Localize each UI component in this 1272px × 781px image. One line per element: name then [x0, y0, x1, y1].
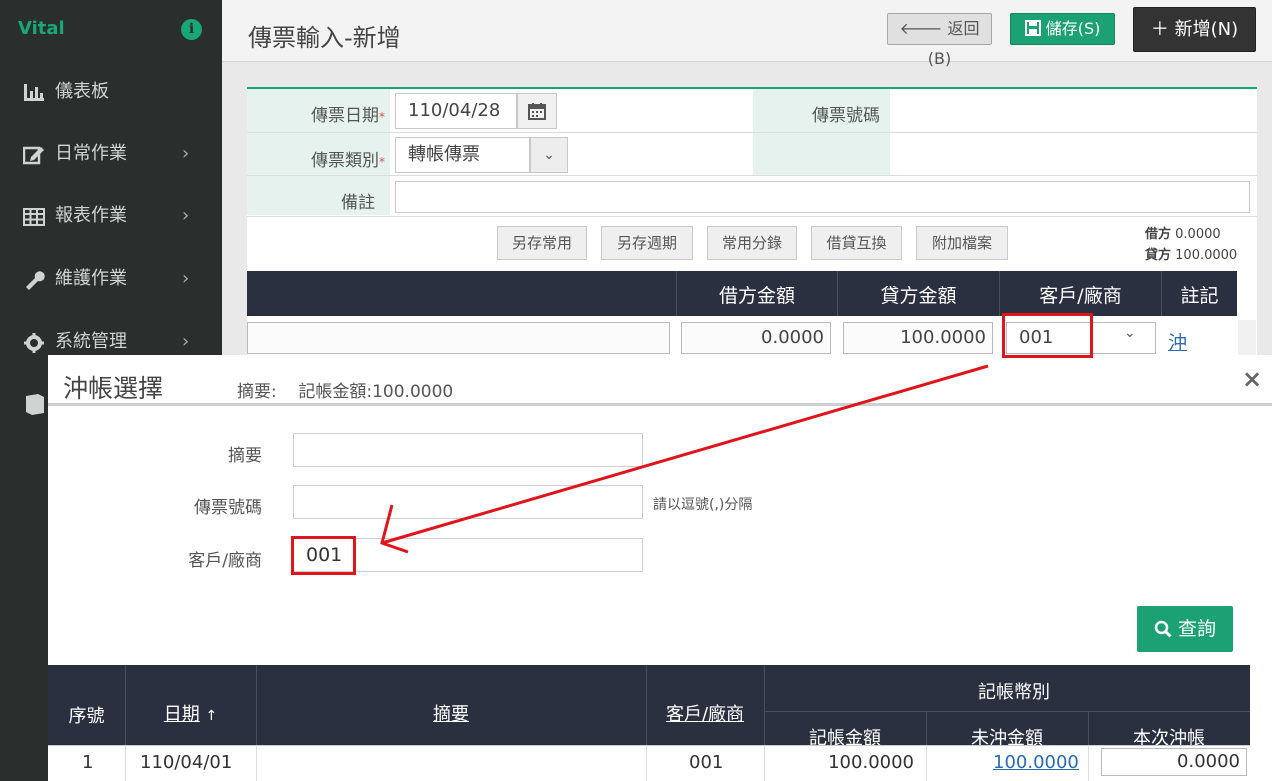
- annotation-arrow: [380, 364, 989, 554]
